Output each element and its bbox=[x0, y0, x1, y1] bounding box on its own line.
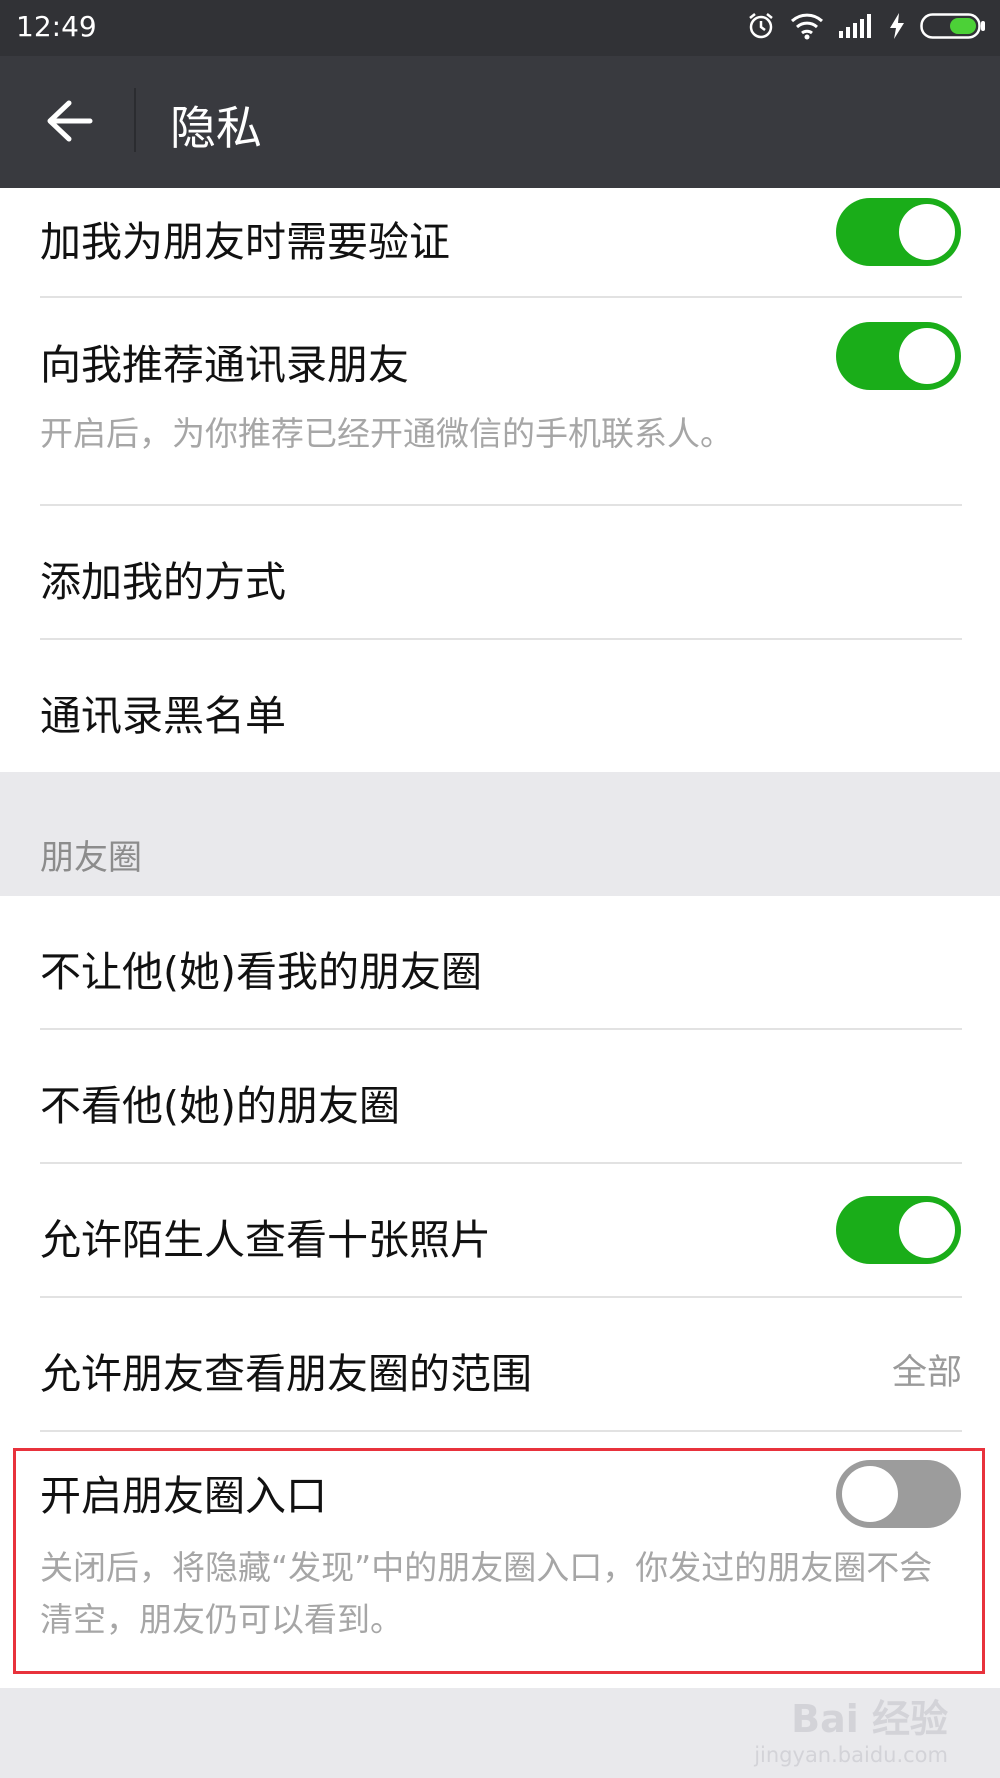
setting-row-moments-entry[interactable]: 开启朋友圈入口 关闭后，将隐藏“发现”中的朋友圈入口，你发过的朋友圈不会清空，朋… bbox=[0, 1432, 1000, 1688]
back-button[interactable] bbox=[36, 88, 102, 154]
toggle-knob bbox=[899, 204, 955, 260]
setting-label: 允许朋友查看朋友圈的范围 bbox=[40, 1350, 532, 1398]
wifi-icon bbox=[790, 12, 824, 44]
alarm-icon bbox=[746, 11, 776, 45]
top-app-bar: 隐私 bbox=[0, 56, 1000, 188]
setting-row-stranger-photos[interactable]: 允许陌生人查看十张照片 bbox=[0, 1164, 1000, 1296]
recommend-contacts-toggle[interactable] bbox=[836, 322, 961, 390]
status-icons bbox=[746, 11, 986, 45]
setting-row-hide-my-moments[interactable]: 不让他(她)看我的朋友圈 bbox=[0, 896, 1000, 1028]
setting-description: 关闭后，将隐藏“发现”中的朋友圈入口，你发过的朋友圈不会清空，朋友仍可以看到。 bbox=[40, 1548, 933, 1639]
setting-row-hide-their-moments[interactable]: 不看他(她)的朋友圈 bbox=[0, 1030, 1000, 1162]
signal-icon bbox=[838, 13, 874, 43]
setting-label: 不看他(她)的朋友圈 bbox=[40, 1082, 400, 1130]
charging-icon bbox=[888, 12, 906, 44]
moments-entry-toggle[interactable] bbox=[836, 1460, 961, 1528]
setting-label: 通讯录黑名单 bbox=[40, 692, 286, 740]
toolbar-divider bbox=[134, 88, 136, 152]
setting-row-recommend-contacts[interactable]: 向我推荐通讯录朋友 开启后，为你推荐已经开通微信的手机联系人。 bbox=[0, 298, 1000, 504]
setting-description: 开启后，为你推荐已经开通微信的手机联系人。 bbox=[40, 414, 733, 453]
moments-settings-section: 不让他(她)看我的朋友圈 不看他(她)的朋友圈 允许陌生人查看十张照片 允许朋友… bbox=[0, 896, 1000, 1688]
status-time: 12:49 bbox=[16, 10, 97, 43]
stranger-photos-toggle[interactable] bbox=[836, 1196, 961, 1264]
toggle-knob bbox=[842, 1466, 898, 1522]
setting-label: 允许陌生人查看十张照片 bbox=[40, 1216, 491, 1264]
contacts-settings-section: 加我为朋友时需要验证 向我推荐通讯录朋友 开启后，为你推荐已经开通微信的手机联系… bbox=[0, 188, 1000, 772]
arrow-left-icon bbox=[47, 100, 93, 142]
battery-icon bbox=[920, 12, 986, 44]
setting-row-add-methods[interactable]: 添加我的方式 bbox=[0, 506, 1000, 638]
toggle-knob bbox=[899, 1202, 955, 1258]
setting-row-blacklist[interactable]: 通讯录黑名单 bbox=[0, 640, 1000, 772]
setting-label: 不让他(她)看我的朋友圈 bbox=[40, 948, 482, 996]
setting-row-moments-range[interactable]: 允许朋友查看朋友圈的范围 全部 bbox=[0, 1298, 1000, 1430]
watermark-url: jingyan.baidu.com bbox=[754, 1743, 948, 1767]
baidu-jingyan-watermark: Bai 经验 jingyan.baidu.com bbox=[754, 1688, 948, 1767]
status-bar: 12:49 bbox=[0, 0, 1000, 56]
setting-label: 添加我的方式 bbox=[40, 558, 286, 606]
page-title: 隐私 bbox=[170, 101, 262, 155]
toggle-knob bbox=[899, 328, 955, 384]
friend-verification-toggle[interactable] bbox=[836, 198, 961, 266]
section-header-moments: 朋友圈 bbox=[40, 838, 142, 878]
setting-row-friend-verification[interactable]: 加我为朋友时需要验证 bbox=[0, 188, 1000, 296]
watermark-logo-text: Bai 经验 bbox=[791, 1697, 948, 1741]
setting-label: 开启朋友圈入口 bbox=[40, 1472, 327, 1520]
setting-label: 向我推荐通讯录朋友 bbox=[40, 341, 409, 389]
setting-label: 加我为朋友时需要验证 bbox=[40, 218, 450, 266]
setting-value: 全部 bbox=[891, 1353, 962, 1393]
